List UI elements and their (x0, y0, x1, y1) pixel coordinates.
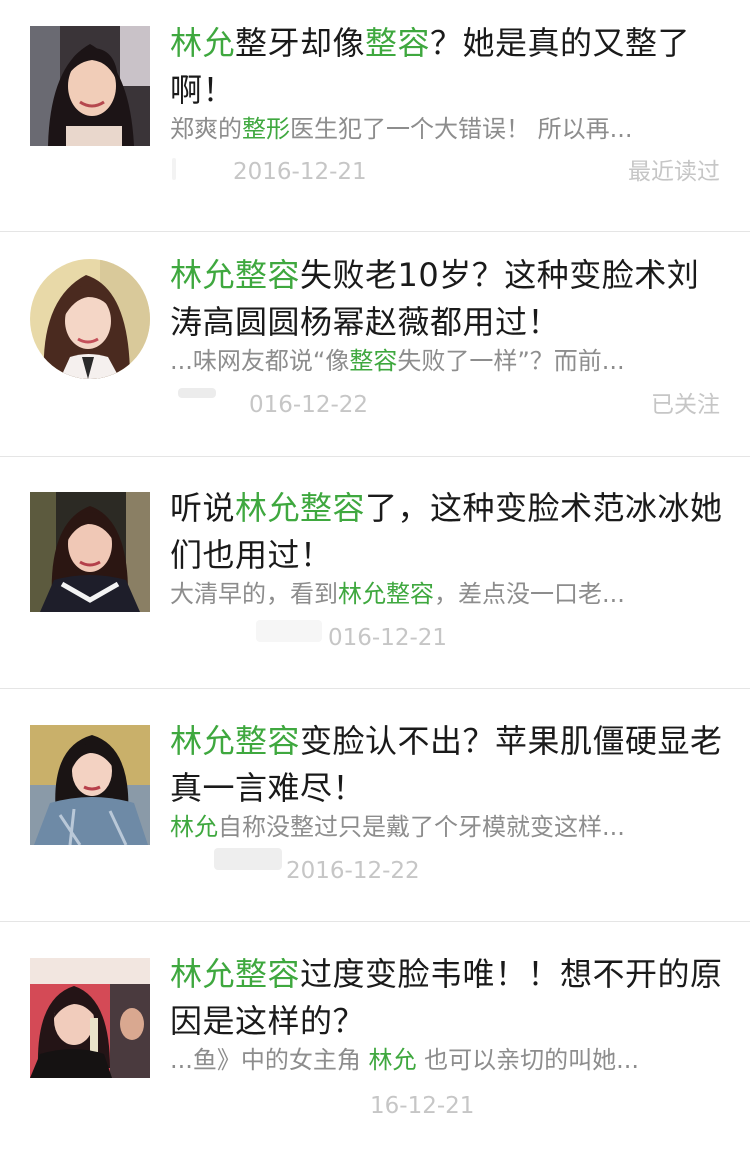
article-thumbnail[interactable] (30, 492, 150, 612)
summary-text: ...鱼》中的女主角 (170, 1046, 369, 1074)
summary-text: ，差点没一口老... (434, 580, 625, 608)
summary-keyword: 整容 (349, 347, 398, 375)
list-item[interactable]: 林允整容失败老10岁？这种变脸术刘涛高圆圆杨幂赵薇都用过！ ...味网友都说“像… (0, 224, 750, 457)
summary-text: 自称没整过只是戴了个牙模就变这样... (218, 813, 625, 841)
read-status: 最近读过 (628, 159, 720, 185)
title-keyword: 林允整容 (170, 955, 301, 993)
portrait-image (30, 958, 150, 1078)
summary-text: 失败了一样”？而前... (397, 347, 625, 375)
title-keyword: 整容 (365, 24, 431, 62)
portrait-image (30, 26, 150, 146)
title-text: 听说 (170, 489, 236, 527)
summary-text: ...味网友都说“像 (170, 347, 350, 375)
portrait-image (30, 259, 150, 379)
follow-status: 已关注 (651, 392, 720, 418)
title-keyword: 林允 (170, 24, 236, 62)
list-item[interactable]: 林允整容过度变脸韦唯！！想不开的原因是这样的？ ...鱼》中的女主角 林允 也可… (0, 923, 750, 1155)
article-summary: 郑爽的整形医生犯了一个大错误！ 所以再... (170, 112, 725, 146)
list-item[interactable]: 听说林允整容了，这种变脸术范冰冰她们也用过！ 大清早的，看到林允整容，差点没一口… (0, 457, 750, 689)
summary-keyword: 整形 (242, 115, 290, 143)
article-title[interactable]: 林允整容变脸认不出？苹果肌僵硬显老真一言难尽！ (170, 718, 730, 812)
article-date: 016-12-22 (249, 392, 369, 418)
summary-keyword: 林允整容 (338, 580, 434, 608)
article-summary: ...鱼》中的女主角 林允 也可以亲切的叫她... (170, 1043, 725, 1077)
summary-text: 郑爽的 (170, 115, 242, 143)
title-keyword: 林允整容 (170, 256, 301, 294)
summary-text: 医生犯了一个大错误！ 所以再... (290, 115, 633, 143)
portrait-image (30, 492, 150, 612)
article-title[interactable]: 林允整牙却像整容？她是真的又整了啊！ (170, 20, 730, 114)
summary-keyword: 林允 (170, 813, 218, 841)
summary-keyword: 林允 (368, 1046, 417, 1074)
blurred-source (214, 848, 282, 870)
article-summary: ...味网友都说“像整容失败了一样”？而前... (170, 344, 725, 378)
article-summary: 大清早的，看到林允整容，差点没一口老... (170, 577, 725, 611)
article-title[interactable]: 听说林允整容了，这种变脸术范冰冰她们也用过！ (170, 485, 730, 579)
article-date: 016-12-21 (328, 625, 448, 651)
list-item[interactable]: 林允整容变脸认不出？苹果肌僵硬显老真一言难尽！ 林允自称没整过只是戴了个牙模就变… (0, 690, 750, 922)
article-thumbnail[interactable] (30, 259, 150, 379)
blurred-source (256, 620, 322, 642)
article-summary: 林允自称没整过只是戴了个牙模就变这样... (170, 810, 725, 844)
blurred-source (172, 158, 176, 180)
article-thumbnail[interactable] (30, 725, 150, 845)
article-title[interactable]: 林允整容失败老10岁？这种变脸术刘涛高圆圆杨幂赵薇都用过！ (170, 252, 730, 346)
portrait-image (30, 725, 150, 845)
title-keyword: 林允整容 (235, 489, 366, 527)
article-date: 2016-12-21 (233, 159, 367, 185)
summary-text: 大清早的，看到 (170, 580, 338, 608)
article-date: 16-12-21 (370, 1093, 475, 1119)
article-title[interactable]: 林允整容过度变脸韦唯！！想不开的原因是这样的？ (170, 951, 730, 1045)
article-thumbnail[interactable] (30, 26, 150, 146)
blurred-source (178, 388, 216, 398)
title-keyword: 林允整容 (170, 722, 301, 760)
summary-text: 也可以亲切的叫她... (416, 1046, 640, 1074)
list-item[interactable]: 林允整牙却像整容？她是真的又整了啊！ 郑爽的整形医生犯了一个大错误！ 所以再..… (0, 0, 750, 232)
title-text: 整牙却像 (235, 24, 366, 62)
article-date: 2016-12-22 (286, 858, 420, 884)
article-thumbnail[interactable] (30, 958, 150, 1078)
